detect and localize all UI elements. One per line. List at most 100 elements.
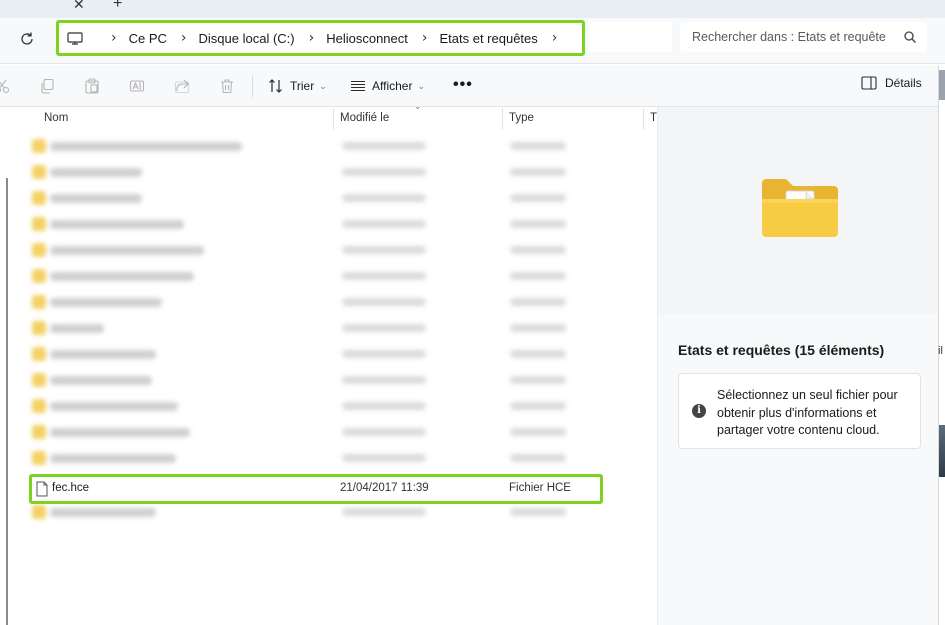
- more-options-icon[interactable]: •••: [453, 77, 473, 93]
- sort-indicator-icon: ⌄: [414, 101, 422, 111]
- redacted-name: [50, 508, 156, 517]
- search-icon[interactable]: [903, 30, 917, 44]
- column-divider[interactable]: [643, 108, 644, 130]
- chevron-right-icon[interactable]: ›: [111, 30, 117, 46]
- tab-strip: ✕ +: [0, 0, 945, 18]
- folder-icon: [32, 165, 46, 179]
- address-field-empty[interactable]: [588, 22, 672, 52]
- crumb-disque-local[interactable]: Disque local (C:): [199, 31, 295, 46]
- cut-icon[interactable]: [0, 78, 10, 94]
- redacted-type: [510, 246, 566, 254]
- column-header-modified[interactable]: Modifié le: [340, 112, 389, 124]
- sort-button[interactable]: Trier ⌄: [268, 76, 327, 96]
- folder-icon: [32, 191, 46, 205]
- chevron-right-icon[interactable]: ›: [422, 30, 428, 46]
- file-type: Fichier HCE: [509, 482, 571, 494]
- chevron-right-icon[interactable]: ›: [309, 30, 315, 46]
- list-item[interactable]: [30, 290, 620, 316]
- list-item[interactable]: [30, 160, 620, 186]
- column-divider[interactable]: [333, 108, 334, 130]
- crumb-heliosconnect[interactable]: Heliosconnect: [326, 31, 408, 46]
- redacted-date: [342, 220, 426, 228]
- list-item[interactable]: [30, 212, 620, 238]
- monitor-icon[interactable]: [67, 31, 83, 45]
- redacted-date: [342, 168, 426, 176]
- redacted-date: [342, 454, 426, 462]
- view-button[interactable]: Afficher ⌄: [350, 76, 425, 96]
- list-item[interactable]: [30, 134, 620, 160]
- details-button[interactable]: Détails: [861, 76, 922, 90]
- file-name: fec.hce: [52, 482, 90, 494]
- column-header-size[interactable]: T: [650, 112, 657, 124]
- rename-icon[interactable]: [129, 78, 145, 94]
- redacted-name: [50, 454, 176, 463]
- list-item[interactable]: [30, 316, 620, 342]
- refresh-icon[interactable]: [18, 31, 36, 49]
- redacted-type: [510, 428, 566, 436]
- folder-icon: [32, 425, 46, 439]
- list-item[interactable]: [30, 238, 620, 264]
- crumb-ce-pc[interactable]: Ce PC: [129, 31, 167, 46]
- adjacent-window-fragment: [939, 425, 945, 477]
- redacted-type: [510, 508, 566, 516]
- redacted-type: [510, 168, 566, 176]
- redacted-type: [510, 376, 566, 384]
- file-modified: 21/04/2017 11:39: [340, 482, 429, 494]
- details-label: Détails: [885, 76, 922, 90]
- search-input[interactable]: Rechercher dans : Etats et requête: [692, 30, 892, 44]
- chevron-right-icon[interactable]: ›: [181, 30, 187, 46]
- redacted-type: [510, 194, 566, 202]
- redacted-date: [342, 272, 426, 280]
- redacted-type: [510, 350, 566, 358]
- list-item[interactable]: [30, 394, 620, 420]
- folder-icon: [32, 505, 46, 519]
- redacted-name: [50, 246, 204, 255]
- redacted-date: [342, 324, 426, 332]
- crumb-etats-et-requetes[interactable]: Etats et requêtes: [439, 31, 537, 46]
- list-item[interactable]: [30, 186, 620, 212]
- details-pane-icon: [861, 76, 877, 90]
- copy-icon[interactable]: [39, 78, 55, 94]
- redacted-name: [50, 142, 242, 151]
- delete-icon[interactable]: [219, 78, 235, 94]
- redacted-date: [342, 246, 426, 254]
- column-header-name[interactable]: Nom: [44, 112, 68, 124]
- redacted-name: [50, 402, 178, 411]
- new-tab-icon[interactable]: +: [113, 0, 122, 12]
- address-row: › Ce PC › Disque local (C:) › Heliosconn…: [0, 18, 945, 64]
- details-title: Etats et requêtes (15 éléments): [678, 342, 885, 358]
- command-bar: Trier ⌄ Afficher ⌄ ••• Détails: [0, 65, 945, 107]
- adjacent-window-text: il: [938, 345, 943, 357]
- column-header-type[interactable]: Type: [509, 112, 534, 124]
- folder-icon: [32, 347, 46, 361]
- file-row-fec-hce[interactable]: fec.hce 21/04/2017 11:39 Fichier HCE: [29, 474, 603, 504]
- list-item[interactable]: [30, 368, 620, 394]
- redacted-name: [50, 194, 142, 203]
- chevron-right-icon[interactable]: ›: [552, 30, 558, 46]
- redacted-name: [50, 350, 156, 359]
- details-pane: Etats et requêtes (15 éléments) i Sélect…: [657, 107, 939, 625]
- sort-icon: [269, 79, 282, 93]
- search-box[interactable]: Rechercher dans : Etats et requête: [680, 22, 927, 52]
- folder-icon: [762, 179, 838, 237]
- list-item[interactable]: [30, 264, 620, 290]
- list-item[interactable]: [30, 420, 620, 446]
- redacted-date: [342, 142, 426, 150]
- redacted-date: [342, 298, 426, 306]
- scrollbar[interactable]: [6, 178, 8, 625]
- list-item[interactable]: [30, 446, 620, 472]
- list-item[interactable]: [30, 342, 620, 368]
- share-icon[interactable]: [174, 78, 190, 94]
- info-card: i Sélectionnez un seul fichier pour obte…: [678, 373, 921, 449]
- close-tab-icon[interactable]: ✕: [73, 0, 85, 11]
- paste-icon[interactable]: [84, 78, 100, 94]
- column-divider[interactable]: [502, 108, 503, 130]
- breadcrumb[interactable]: › Ce PC › Disque local (C:) › Heliosconn…: [56, 20, 585, 56]
- preview-area: [658, 107, 939, 314]
- view-label: Afficher: [372, 79, 413, 93]
- redacted-type: [510, 220, 566, 228]
- info-icon: i: [692, 404, 706, 418]
- redacted-name: [50, 272, 194, 281]
- redacted-name: [50, 168, 142, 177]
- file-icon: [36, 481, 48, 497]
